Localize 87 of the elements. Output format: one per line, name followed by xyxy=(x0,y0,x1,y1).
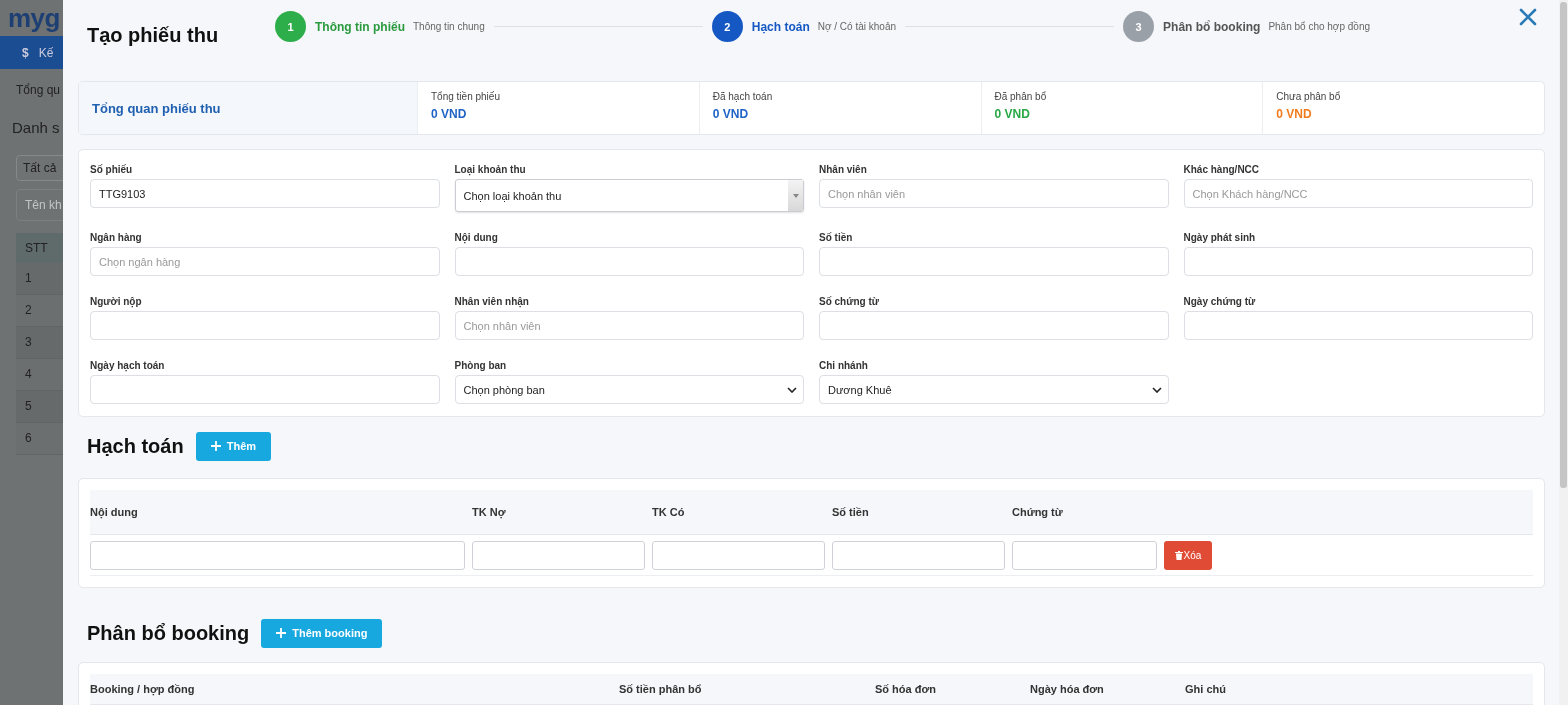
step-subtitle: Nợ / Có tài khoản xyxy=(817,21,896,32)
input-field[interactable] xyxy=(819,311,1169,340)
column-header: TK Có xyxy=(652,506,686,518)
stat-value: 0 VND xyxy=(994,107,1031,121)
input-field[interactable] xyxy=(652,540,825,570)
field-label: Loại khoản thu xyxy=(454,164,527,175)
step-title[interactable]: Thông tin phiếu xyxy=(315,19,405,34)
plus-icon xyxy=(276,628,287,638)
column-header: Nội dung xyxy=(90,506,139,518)
delete-button[interactable]: Xóa xyxy=(1164,540,1212,570)
field-label: Số phiếu xyxy=(90,164,134,175)
section-title: Phân bổ booking xyxy=(87,621,250,645)
input-field[interactable] xyxy=(1012,540,1157,570)
step-circle[interactable]: 1 xyxy=(275,11,306,42)
input-field[interactable]: Chọn nhân viên xyxy=(454,311,804,340)
input-field[interactable] xyxy=(1183,311,1533,340)
column-header: Booking / hợp đồng xyxy=(90,683,196,695)
column-header: Ghi chú xyxy=(1185,683,1227,695)
page-heading: Danh s xyxy=(11,118,61,138)
field-label: Nội dung xyxy=(454,232,499,243)
step-subtitle: Thông tin chung xyxy=(413,21,485,32)
plus-icon xyxy=(210,441,221,451)
trash-icon xyxy=(1174,550,1183,560)
input-field[interactable] xyxy=(819,247,1169,276)
table-header-cell: STT xyxy=(16,233,63,263)
input-field[interactable]: Chọn Khách hàng/NCC xyxy=(1183,179,1533,208)
close-icon[interactable] xyxy=(1519,8,1537,26)
column-header: Ngày hóa đơn xyxy=(1030,683,1105,695)
stat-value: 0 VND xyxy=(1276,107,1313,121)
section-title: Hạch toán xyxy=(87,434,184,458)
dropdown[interactable]: Dương Khuê xyxy=(819,375,1169,404)
step-subtitle: Phân bổ cho hợp đồng xyxy=(1268,21,1370,32)
column-header: Chứng từ xyxy=(1012,506,1064,518)
dollar-icon: $ xyxy=(22,45,29,60)
modal-title: Tạo phiếu thu xyxy=(87,24,220,47)
field-label: Phòng ban xyxy=(454,360,508,371)
stat-label: Chưa phân bổ xyxy=(1276,91,1342,102)
field-label: Khác hàng/NCC xyxy=(1183,164,1261,175)
scrollbar-thumb[interactable] xyxy=(1560,2,1567,488)
dropdown[interactable]: Chọn phòng ban xyxy=(454,375,804,404)
field-label: Nhân viên xyxy=(819,164,868,175)
field-label: Nhân viên nhận xyxy=(454,296,530,307)
step-circle[interactable]: 3 xyxy=(1123,11,1155,42)
tab[interactable]: Tổng qu xyxy=(0,69,63,107)
input-field[interactable]: TTG9103 xyxy=(90,179,440,208)
field-label: Ngày hạch toán xyxy=(90,360,166,371)
input-field[interactable] xyxy=(472,540,645,570)
stat-label: Đã phân bổ xyxy=(994,91,1048,102)
column-header: TK Nợ xyxy=(472,506,507,518)
add-button[interactable]: Thêm booking xyxy=(261,618,383,648)
summary-title: Tổng quan phiếu thu xyxy=(79,82,417,134)
nav-item[interactable]: Kế xyxy=(38,45,54,60)
step-circle[interactable]: 2 xyxy=(711,11,743,42)
input-field[interactable] xyxy=(832,540,1005,570)
stat-label: Tổng tiền phiếu xyxy=(431,91,501,102)
field-label: Chi nhánh xyxy=(819,360,869,371)
stat-value: 0 VND xyxy=(712,107,750,121)
chevron-down-icon xyxy=(1151,386,1162,393)
input-field[interactable] xyxy=(90,311,440,340)
input-field[interactable] xyxy=(454,247,804,276)
column-header: Số tiền xyxy=(832,506,870,518)
table-cell: 3 xyxy=(16,327,63,359)
input-field[interactable]: Chọn nhân viên xyxy=(819,179,1169,208)
step-title[interactable]: Phân bổ booking xyxy=(1163,19,1261,34)
step-title[interactable]: Hạch toán xyxy=(751,19,810,34)
input-field[interactable] xyxy=(90,375,440,404)
table-cell: 5 xyxy=(16,391,63,423)
input-field[interactable]: Chọn ngân hàng xyxy=(90,247,440,276)
logo: myg xyxy=(7,2,61,35)
field-label: Người nộp xyxy=(90,296,143,307)
field-label: Số tiền xyxy=(819,232,854,243)
field-label: Số chứng từ xyxy=(819,296,881,307)
field-label: Ngày phát sinh xyxy=(1183,232,1257,243)
table-cell: 1 xyxy=(16,263,63,295)
field-label: Ngân hàng xyxy=(90,232,143,243)
column-header: Số tiền phân bổ xyxy=(619,683,703,695)
stat-label: Đã hạch toán xyxy=(712,91,774,102)
caret-icon xyxy=(792,193,799,198)
filter-chip[interactable]: Tất cả xyxy=(16,155,63,181)
add-button[interactable]: Thêm xyxy=(195,431,272,461)
chevron-down-icon xyxy=(787,386,797,393)
dropdown[interactable]: Chọn loại khoản thu xyxy=(454,179,804,212)
column-header: Số hóa đơn xyxy=(875,683,937,695)
input-field[interactable] xyxy=(90,540,465,570)
field-label: Ngày chứng từ xyxy=(1183,296,1257,307)
input-field[interactable] xyxy=(1183,247,1533,276)
stat-value: 0 VND xyxy=(431,107,468,121)
